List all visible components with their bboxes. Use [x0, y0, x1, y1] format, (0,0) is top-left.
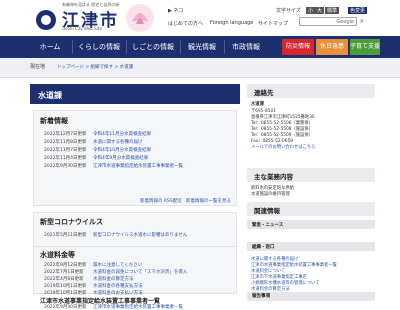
- duty-item: 水道施設の維持管理: [251, 192, 290, 197]
- global-nav: ホーム くらしの情報 しごとの情報 観光情報 市政情報 防災情報 休日急患 子育…: [0, 36, 400, 58]
- site-header: 有磯海を見はる 歴史と自然の街 江津市 Gotsu City Web Site …: [0, 0, 400, 36]
- breadcrumb: 現在地 トップページ > 組織で探す > 水道課: [0, 58, 400, 78]
- contact-dept: 水道課: [251, 102, 264, 107]
- breadcrumb-path[interactable]: トップページ > 組織で探す > 水道課: [57, 64, 133, 70]
- contractor-date: 2022年9月30日更新: [44, 305, 87, 310]
- news-link[interactable]: 水道に関する各種の届け: [93, 139, 143, 145]
- related-heading: 関連情報: [254, 207, 280, 215]
- corona-heading: 新型コロナウイルス: [40, 218, 103, 226]
- font-size-label: 文字サイズ: [276, 8, 301, 14]
- city-name-en: Gotsu City Web Site: [62, 26, 102, 31]
- duties-heading: 主な業務内容: [254, 173, 293, 181]
- search-engine-label: Google: [336, 19, 354, 25]
- water-fee-heading: 水道料金等: [40, 251, 75, 259]
- news-heading: 新着情報: [40, 117, 68, 125]
- nav-divider: [180, 40, 181, 54]
- corona-link[interactable]: 新型コロナウイルス水道水に影響はありません: [93, 232, 187, 238]
- search-input[interactable]: Google: [299, 17, 357, 26]
- water-fee-link[interactable]: 水道料金の各種支払方法: [93, 283, 143, 289]
- city-logo-icon[interactable]: [36, 10, 56, 30]
- breadcrumb-current-label: 現在地: [30, 64, 46, 70]
- news-link[interactable]: 令和4年9月分水質検査結果: [93, 155, 148, 161]
- contact-mail-link[interactable]: メールでのお問い合わせはこちら: [251, 144, 315, 150]
- contractor-link[interactable]: 江津市水道事業指定給水装置工事事業者一覧: [93, 304, 183, 310]
- water-fee-link[interactable]: 漏水に注意してください: [93, 262, 142, 268]
- contact-heading: 連絡先: [254, 89, 274, 97]
- news-link[interactable]: 江津市水道事業指定給水装置工事事業者一覧: [93, 163, 183, 169]
- font-size-small[interactable]: 小: [306, 7, 316, 14]
- font-size-standard[interactable]: 標準: [325, 7, 340, 14]
- font-size-large[interactable]: 大: [315, 7, 325, 14]
- nav-divider: [224, 40, 225, 54]
- lotus-decoration-icon: [126, 4, 154, 32]
- nav-divider: [72, 40, 73, 54]
- news-link[interactable]: 令和4年11月分水質検査結果: [93, 131, 151, 137]
- nav-tourism[interactable]: 観光情報: [182, 36, 222, 58]
- page-title: 水道課: [38, 91, 62, 100]
- news-more-link[interactable]: 新着情報の一覧を見る: [186, 198, 231, 204]
- water-fee-date: 2022年9月12日更新: [44, 263, 87, 268]
- water-fee-date: 2022年4月8日更新: [44, 277, 84, 282]
- nav-divider: [126, 40, 127, 54]
- disaster-info-button[interactable]: 防災情報: [282, 39, 314, 55]
- nav-living[interactable]: くらしの情報: [74, 36, 124, 58]
- water-fee-date: 2022年7月1日更新: [44, 270, 84, 275]
- color-change-button[interactable]: 色変更: [348, 7, 368, 14]
- nav-work[interactable]: しごとの情報: [128, 36, 178, 58]
- link-beginners[interactable]: はじめての方へ: [168, 20, 203, 27]
- nav-government[interactable]: 市政情報: [226, 36, 266, 58]
- news-date: 2022年11月4日更新: [44, 156, 87, 161]
- rss-link[interactable]: 新着情報の RSS配信: [140, 198, 182, 204]
- related-subheading-news: 緊急・ニュース: [252, 223, 284, 228]
- search-icon[interactable]: ⌕: [358, 17, 366, 26]
- nav-home[interactable]: ホーム: [30, 36, 70, 58]
- news-date: 2022年12月7日更新: [44, 132, 87, 137]
- util-voice-link[interactable]: ▶ ネコ: [168, 7, 183, 14]
- related-subheading-report: 報告事項: [252, 294, 270, 299]
- news-link[interactable]: 令和4年10月分水質検査結果: [93, 147, 151, 153]
- link-sitemap[interactable]: サイトマップ: [258, 20, 288, 27]
- link-foreign-language[interactable]: Foreign language: [210, 20, 253, 26]
- water-fee-date: 2019年10月1日更新: [44, 284, 87, 289]
- childcare-button[interactable]: 子育て支援: [350, 39, 380, 55]
- news-date: 2022年11月7日更新: [44, 148, 87, 153]
- news-date: 2022年9月30日更新: [44, 164, 87, 169]
- water-fee-link[interactable]: 水道料金の算定方法: [93, 276, 134, 282]
- corona-date: 2021年5月11日更新: [44, 233, 87, 238]
- news-date: 2022年11月8日更新: [44, 140, 87, 145]
- related-subheading-org: 組織・窓口: [252, 245, 275, 250]
- water-fee-link[interactable]: 水道料金の減免について「スマホ決済」を導入: [93, 269, 187, 275]
- holiday-emergency-button[interactable]: 休日急患: [316, 39, 348, 55]
